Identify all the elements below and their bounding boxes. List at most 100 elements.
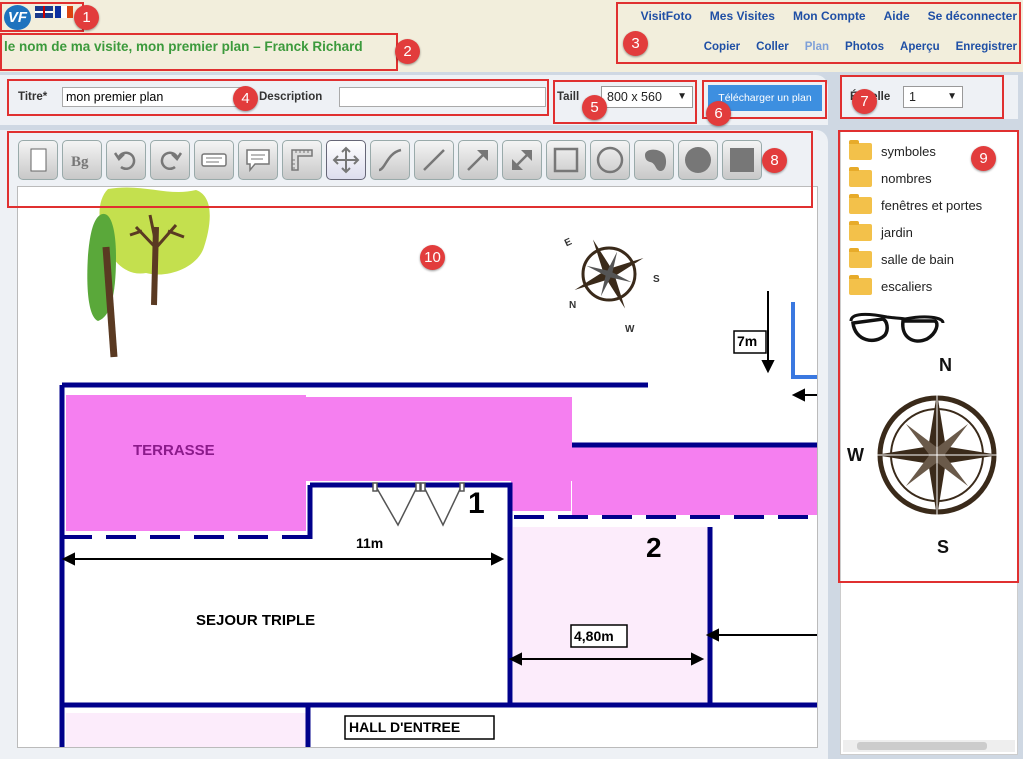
chevron-down-icon: ▼ <box>947 91 957 102</box>
flag-french-icon[interactable] <box>55 6 73 18</box>
folder-icon <box>849 248 872 268</box>
description-label: Description <box>259 91 323 103</box>
filled-circle-icon[interactable] <box>678 140 718 180</box>
label-room-2[interactable]: 2 <box>646 532 662 564</box>
filled-square-icon[interactable] <box>722 140 762 180</box>
label-hall-entree[interactable]: HALL D'ENTREE <box>349 719 460 735</box>
blank-page-icon[interactable] <box>18 140 58 180</box>
folder-nombres[interactable]: nombres <box>849 167 932 187</box>
folder-label: fenêtres et portes <box>881 198 983 213</box>
flag-english-icon[interactable] <box>35 6 53 18</box>
title-label: Titre* <box>18 91 48 103</box>
folder-label: symboles <box>881 144 936 159</box>
folder-label: escaliers <box>881 279 933 294</box>
folder-icon <box>849 167 872 187</box>
line-icon[interactable] <box>414 140 454 180</box>
ruler-icon[interactable] <box>282 140 322 180</box>
action-coller[interactable]: Coller <box>756 41 789 53</box>
annotation-marker-2: 2 <box>395 39 420 64</box>
text-box-icon[interactable] <box>194 140 234 180</box>
size-select[interactable]: 800 x 560 ▼ <box>601 86 693 108</box>
nav-row-primary: VisitFoto Mes Visites Mon Compte Aide Se… <box>623 9 1017 23</box>
compass-letter-s: S <box>937 537 949 557</box>
redo-icon[interactable] <box>150 140 190 180</box>
bottom-room-floor <box>66 713 308 747</box>
curve-icon[interactable] <box>370 140 410 180</box>
plan-properties-bar: Titre* Description Taill 800 x 560 ▼ Tél… <box>0 75 828 125</box>
folder-icon <box>849 194 872 214</box>
folder-fenetres-portes[interactable]: fenêtres et portes <box>849 194 983 214</box>
arrow-icon[interactable] <box>458 140 498 180</box>
label-dim-7m[interactable]: 7m <box>737 333 757 349</box>
compass-rose-icon: E S N W <box>563 236 660 335</box>
undo-icon[interactable] <box>106 140 146 180</box>
nav-mes-visites[interactable]: Mes Visites <box>710 9 775 23</box>
compass-letter-n: N <box>569 300 576 311</box>
svg-text:Bg: Bg <box>71 154 89 170</box>
background-bg-icon[interactable]: Bg <box>62 140 102 180</box>
folder-salle-de-bain[interactable]: salle de bain <box>849 248 954 268</box>
annotation-marker-3: 3 <box>623 31 648 56</box>
annotation-marker-1: 1 <box>74 5 99 30</box>
nav-visitfoto[interactable]: VisitFoto <box>641 9 692 23</box>
label-dim-480[interactable]: 4,80m <box>574 628 614 644</box>
blue-wall-segment <box>791 302 817 379</box>
nav-aide[interactable]: Aide <box>884 9 910 23</box>
compass-letter-w: W <box>847 445 864 465</box>
chevron-down-icon: ▼ <box>677 91 687 102</box>
folder-symboles[interactable]: symboles <box>849 140 936 160</box>
tab-photos[interactable]: Photos <box>845 41 884 53</box>
square-icon[interactable] <box>546 140 586 180</box>
door-icon <box>372 482 465 527</box>
tab-apercu[interactable]: Aperçu <box>900 41 940 53</box>
title-input[interactable] <box>62 87 245 107</box>
symbol-library: symboles nombres fenêtres et portes jard… <box>840 130 1018 755</box>
scale-select[interactable]: 1 ▼ <box>903 86 963 108</box>
folder-escaliers[interactable]: escaliers <box>849 275 933 295</box>
action-enregistrer[interactable]: Enregistrer <box>956 41 1017 53</box>
label-dim-11m[interactable]: 11m <box>356 535 383 551</box>
action-copier[interactable]: Copier <box>704 41 740 53</box>
move-icon[interactable] <box>326 140 366 180</box>
glasses-icon[interactable] <box>847 307 947 351</box>
folder-label: jardin <box>881 225 913 240</box>
annotation-marker-10: 10 <box>420 245 445 270</box>
nav-se-deconnecter[interactable]: Se déconnecter <box>928 9 1017 23</box>
circle-icon[interactable] <box>590 140 630 180</box>
library-horizontal-scrollbar[interactable] <box>843 740 1015 752</box>
description-input[interactable] <box>339 87 546 107</box>
compass-letter-s: S <box>653 274 660 285</box>
scale-select-value: 1 <box>909 90 916 104</box>
annotation-marker-9: 9 <box>971 146 996 171</box>
nav-mon-compte[interactable]: Mon Compte <box>793 9 866 23</box>
app-header: VF le nom de ma visite, mon premier plan… <box>0 0 1023 72</box>
editor-workarea: Bg E S N W TERRASSE 1 2 11m 7m 4,80m SEJ… <box>0 130 828 759</box>
speech-bubble-icon[interactable] <box>238 140 278 180</box>
annotation-marker-5: 5 <box>582 95 607 120</box>
room-2-floor <box>513 527 709 705</box>
visit-title: le nom de ma visite, mon premier plan – … <box>4 39 363 54</box>
annotation-marker-4: 4 <box>233 86 258 111</box>
floor-plan-drawing: E S N W <box>59 187 817 747</box>
folder-label: nombres <box>881 171 932 186</box>
compass-letter-e: E <box>563 236 574 249</box>
folder-jardin[interactable]: jardin <box>849 221 913 241</box>
visitfoto-logo[interactable]: VF <box>4 5 31 30</box>
compass-rose-icon[interactable]: N W S <box>847 351 1013 557</box>
folder-icon <box>849 221 872 241</box>
terrasse-zone-right <box>572 447 817 515</box>
label-room-1[interactable]: 1 <box>468 487 485 521</box>
tree-icon <box>87 187 210 358</box>
double-arrow-icon[interactable] <box>502 140 542 180</box>
tab-plan[interactable]: Plan <box>805 41 829 53</box>
blob-shape-icon[interactable] <box>634 140 674 180</box>
size-label: Taill <box>557 91 580 103</box>
label-sejour-triple[interactable]: SEJOUR TRIPLE <box>196 612 315 629</box>
compass-letter-w: W <box>625 324 635 335</box>
scrollbar-thumb[interactable] <box>857 742 987 750</box>
folder-icon <box>849 140 872 160</box>
label-terrasse[interactable]: TERRASSE <box>133 442 215 459</box>
terrasse-zone-step <box>511 481 571 511</box>
folder-label: salle de bain <box>881 252 954 267</box>
plan-canvas[interactable]: E S N W TERRASSE 1 2 11m 7m 4,80m SEJOUR… <box>17 186 818 748</box>
